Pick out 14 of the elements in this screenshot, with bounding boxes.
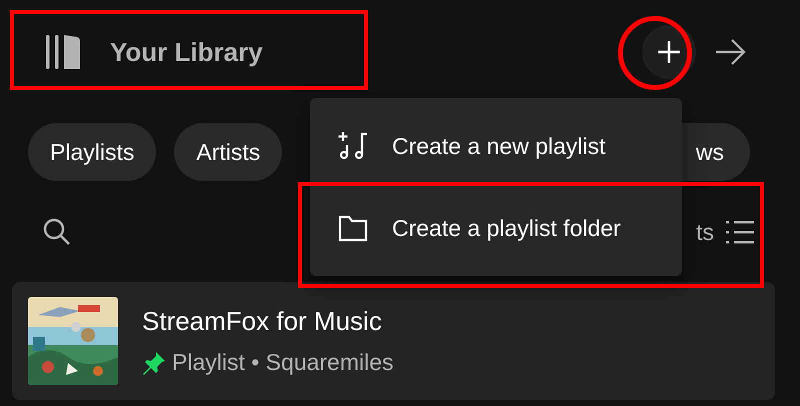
- library-title: Your Library: [110, 36, 263, 68]
- arrow-right-icon[interactable]: [714, 37, 748, 67]
- music-note-plus-icon: [338, 131, 368, 161]
- menu-item[interactable]: Create a playlist folder: [310, 198, 682, 258]
- playlist-title: StreamFox for Music: [142, 306, 383, 337]
- list-icon[interactable]: [726, 219, 754, 245]
- filter-chip[interactable]: Playlists: [28, 123, 156, 181]
- search-icon[interactable]: [42, 217, 72, 247]
- sort-label[interactable]: ts: [696, 218, 714, 246]
- playlist-card[interactable]: StreamFox for Music Playlist • Squaremiles: [12, 282, 775, 400]
- plus-icon: [656, 39, 682, 65]
- playlist-subtitle: Playlist • Squaremiles: [172, 349, 394, 376]
- filter-chip[interactable]: Artists: [174, 123, 282, 181]
- folder-icon: [338, 213, 368, 243]
